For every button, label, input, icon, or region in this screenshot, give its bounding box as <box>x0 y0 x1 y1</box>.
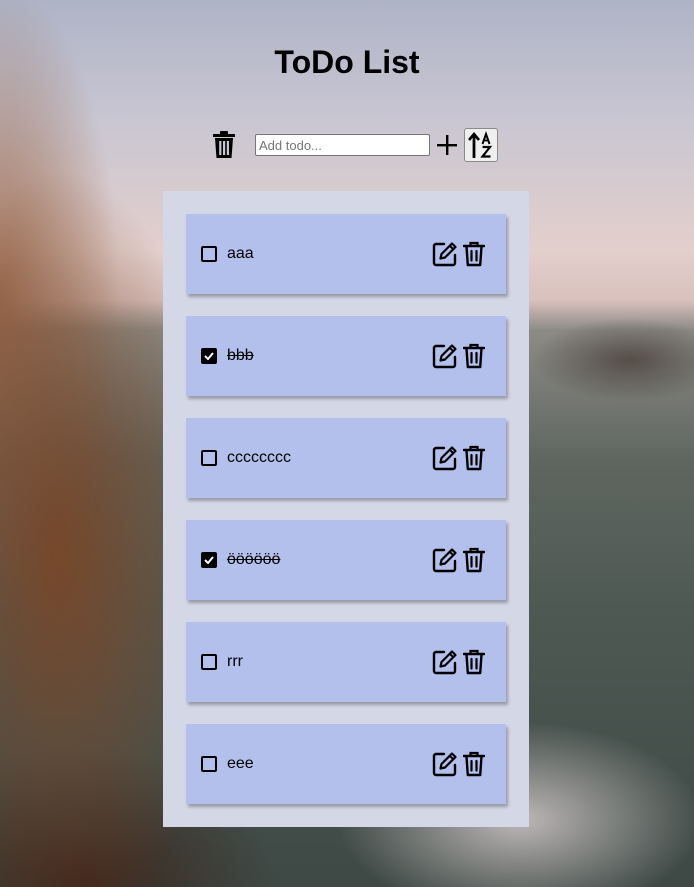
sort-button[interactable] <box>464 128 498 162</box>
todo-item: bbb <box>186 316 506 396</box>
trash-icon <box>463 751 485 777</box>
todo-checkbox[interactable] <box>201 654 217 670</box>
todo-item: cccccccc <box>186 418 506 498</box>
edit-icon <box>432 242 457 267</box>
todo-actions <box>432 342 486 370</box>
edit-icon <box>432 548 457 573</box>
todo-list: aaa bbb cccccccc öööööö rrr eee <box>163 191 529 827</box>
check-icon <box>204 556 214 564</box>
todo-checkbox[interactable] <box>201 348 217 364</box>
delete-todo-button[interactable] <box>462 444 486 472</box>
todo-text: aaa <box>227 245 254 262</box>
trash-icon <box>463 547 485 573</box>
todo-text: öööööö <box>227 551 281 568</box>
todo-checkbox[interactable] <box>201 450 217 466</box>
todo-actions <box>432 240 486 268</box>
edit-todo-button[interactable] <box>432 751 458 777</box>
trash-icon <box>463 343 485 369</box>
check-icon <box>204 352 214 360</box>
delete-todo-button[interactable] <box>462 750 486 778</box>
edit-todo-button[interactable] <box>432 241 458 267</box>
todo-actions <box>432 444 486 472</box>
edit-todo-button[interactable] <box>432 445 458 471</box>
todo-item: eee <box>186 724 506 804</box>
todo-item: öööööö <box>186 520 506 600</box>
edit-icon <box>432 344 457 369</box>
edit-icon <box>432 650 457 675</box>
todo-item: rrr <box>186 622 506 702</box>
delete-todo-button[interactable] <box>462 648 486 676</box>
delete-todo-button[interactable] <box>462 240 486 268</box>
todo-text: cccccccc <box>227 449 291 466</box>
todo-checkbox[interactable] <box>201 552 217 568</box>
delete-todo-button[interactable] <box>462 342 486 370</box>
trash-icon <box>213 131 235 158</box>
todo-checkbox[interactable] <box>201 246 217 262</box>
trash-icon <box>463 241 485 267</box>
edit-todo-button[interactable] <box>432 343 458 369</box>
edit-icon <box>432 752 457 777</box>
edit-todo-button[interactable] <box>432 649 458 675</box>
trash-icon <box>463 445 485 471</box>
delete-all-button[interactable] <box>209 129 239 161</box>
edit-todo-button[interactable] <box>432 547 458 573</box>
add-todo-button[interactable] <box>434 130 460 160</box>
sort-alpha-up-icon <box>468 131 493 158</box>
trash-icon <box>463 649 485 675</box>
plus-icon <box>437 135 457 155</box>
todo-checkbox[interactable] <box>201 756 217 772</box>
delete-todo-button[interactable] <box>462 546 486 574</box>
todo-text: eee <box>227 755 254 772</box>
todo-actions <box>432 648 486 676</box>
edit-icon <box>432 446 457 471</box>
todo-actions <box>432 750 486 778</box>
todo-text: rrr <box>227 653 243 670</box>
page-title: ToDo List <box>274 44 420 80</box>
todo-item: aaa <box>186 214 506 294</box>
todo-actions <box>432 546 486 574</box>
todo-text: bbb <box>227 347 254 364</box>
toolbar <box>209 127 498 163</box>
add-todo-input[interactable] <box>255 134 430 156</box>
